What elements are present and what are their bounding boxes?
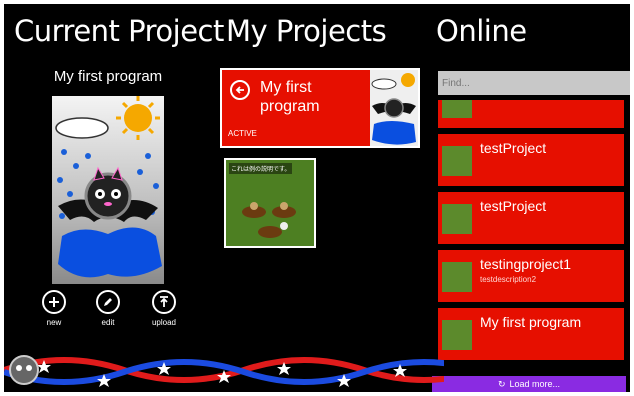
preview-scene-image: [55, 96, 162, 278]
plus-icon: [42, 290, 66, 314]
project-thumbnail: [442, 320, 472, 350]
active-project-title: My first program: [260, 79, 320, 115]
edit-label: edit: [101, 318, 115, 327]
arrow-left-icon: [230, 80, 250, 100]
load-more-label: Load more...: [509, 379, 561, 389]
new-button[interactable]: new: [32, 290, 76, 327]
new-label: new: [46, 318, 62, 327]
online-project-description: testdescription2: [480, 275, 537, 284]
online-project-title: My first program: [480, 314, 582, 330]
sample-project-tile[interactable]: これは例の説明です。: [224, 158, 316, 248]
pencil-icon: [96, 290, 120, 314]
online-project-title: testingproject1: [480, 256, 572, 272]
decorative-banner-image: [4, 355, 444, 387]
current-project-preview[interactable]: [52, 96, 164, 284]
upload-icon: [152, 290, 176, 314]
online-project-item[interactable]: testingproject1 testdescription2: [438, 250, 624, 302]
edit-button[interactable]: edit: [86, 290, 130, 327]
sample-caption: これは例の説明です。: [229, 163, 293, 174]
online-project-title: testProject: [480, 140, 547, 156]
upload-button[interactable]: upload: [142, 290, 186, 327]
project-thumbnail: [442, 204, 472, 234]
online-project-title: testProject: [480, 198, 547, 214]
refresh-icon: ↻: [497, 378, 506, 389]
project-thumbnail: [442, 262, 472, 292]
active-project-thumbnail: [370, 70, 418, 146]
active-project-tile[interactable]: My first program ACTIVE: [220, 68, 420, 148]
online-project-list[interactable]: testProject testProject testProject test…: [438, 100, 626, 376]
online-project-item[interactable]: testProject: [438, 192, 624, 244]
search-input[interactable]: [438, 71, 630, 95]
online-project-item[interactable]: My first program: [438, 308, 624, 360]
online-header: Online: [436, 14, 527, 48]
active-project-status: ACTIVE: [228, 129, 257, 138]
upload-label: upload: [151, 318, 177, 327]
online-project-item[interactable]: testProject: [438, 100, 624, 128]
app-window: Current Project My Projects Online My fi…: [4, 4, 630, 392]
current-project-header: Current Project: [14, 14, 224, 48]
project-thumbnail: [442, 100, 472, 118]
current-project-name: My first program: [53, 68, 163, 85]
project-thumbnail: [442, 146, 472, 176]
online-project-item[interactable]: testProject: [438, 134, 624, 186]
load-more-button[interactable]: ↻ Load more...: [432, 376, 626, 392]
my-projects-header: My Projects: [226, 14, 387, 48]
project-actions: new edit upload: [32, 290, 192, 334]
